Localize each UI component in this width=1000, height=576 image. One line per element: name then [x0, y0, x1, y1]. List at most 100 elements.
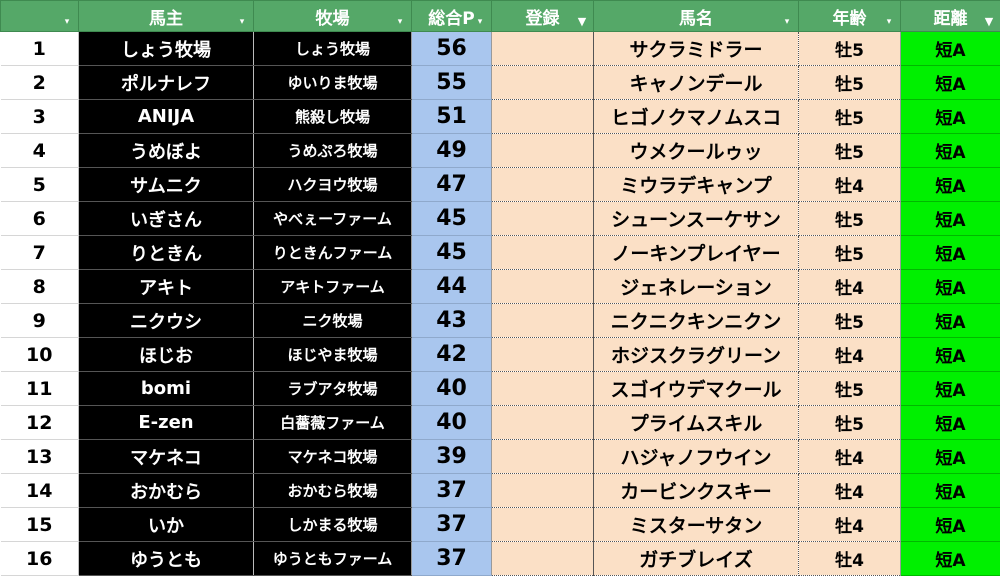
age-cell[interactable]: 牡4 — [799, 338, 901, 372]
age-cell[interactable]: 牡4 — [799, 474, 901, 508]
header-entry[interactable]: 登録▼ — [492, 1, 594, 32]
entry-cell[interactable] — [492, 304, 594, 338]
distance-cell[interactable]: 短A — [901, 542, 1000, 576]
farm-cell[interactable]: ニク牧場 — [254, 304, 412, 338]
row-number-cell[interactable]: 14 — [1, 474, 79, 508]
age-cell[interactable]: 牡4 — [799, 168, 901, 202]
filter-dropdown-icon[interactable]: ▾ — [474, 17, 486, 27]
row-number-cell[interactable]: 16 — [1, 542, 79, 576]
distance-cell[interactable]: 短A — [901, 168, 1000, 202]
owner-cell[interactable]: りときん — [79, 236, 254, 270]
age-cell[interactable]: 牡4 — [799, 508, 901, 542]
age-cell[interactable]: 牡5 — [799, 100, 901, 134]
header-distance[interactable]: 距離▼ — [901, 1, 1000, 32]
age-cell[interactable]: 牡5 — [799, 134, 901, 168]
row-number-cell[interactable]: 4 — [1, 134, 79, 168]
row-number-cell[interactable]: 8 — [1, 270, 79, 304]
owner-cell[interactable]: ゆうとも — [79, 542, 254, 576]
row-number-cell[interactable]: 1 — [1, 32, 79, 66]
farm-cell[interactable]: ゆいりま牧場 — [254, 66, 412, 100]
points-cell[interactable]: 43 — [412, 304, 492, 338]
row-number-cell[interactable]: 6 — [1, 202, 79, 236]
entry-cell[interactable] — [492, 508, 594, 542]
farm-cell[interactable]: ラブアタ牧場 — [254, 372, 412, 406]
owner-cell[interactable]: サムニク — [79, 168, 254, 202]
points-cell[interactable]: 55 — [412, 66, 492, 100]
horse-name-cell[interactable]: ヒゴノクマノムスコ — [594, 100, 799, 134]
horse-name-cell[interactable]: ジェネレーション — [594, 270, 799, 304]
points-cell[interactable]: 37 — [412, 542, 492, 576]
entry-cell[interactable] — [492, 32, 594, 66]
points-cell[interactable]: 37 — [412, 474, 492, 508]
row-number-cell[interactable]: 13 — [1, 440, 79, 474]
farm-cell[interactable]: ハクヨウ牧場 — [254, 168, 412, 202]
entry-cell[interactable] — [492, 100, 594, 134]
points-cell[interactable]: 45 — [412, 202, 492, 236]
age-cell[interactable]: 牡5 — [799, 406, 901, 440]
owner-cell[interactable]: ポルナレフ — [79, 66, 254, 100]
distance-cell[interactable]: 短A — [901, 508, 1000, 542]
points-cell[interactable]: 56 — [412, 32, 492, 66]
points-cell[interactable]: 44 — [412, 270, 492, 304]
header-farm[interactable]: 牧場▾ — [254, 1, 412, 32]
farm-cell[interactable]: ゆうともファーム — [254, 542, 412, 576]
row-number-cell[interactable]: 10 — [1, 338, 79, 372]
horse-name-cell[interactable]: ホジスクラグリーン — [594, 338, 799, 372]
entry-cell[interactable] — [492, 406, 594, 440]
header-rank[interactable]: ▾ — [1, 1, 79, 32]
owner-cell[interactable]: ニクウシ — [79, 304, 254, 338]
age-cell[interactable]: 牡5 — [799, 304, 901, 338]
horse-name-cell[interactable]: ミウラデキャンプ — [594, 168, 799, 202]
distance-cell[interactable]: 短A — [901, 372, 1000, 406]
points-cell[interactable]: 45 — [412, 236, 492, 270]
header-points[interactable]: 総合P▾ — [412, 1, 492, 32]
farm-cell[interactable]: 熊殺し牧場 — [254, 100, 412, 134]
distance-cell[interactable]: 短A — [901, 338, 1000, 372]
entry-cell[interactable] — [492, 66, 594, 100]
age-cell[interactable]: 牡5 — [799, 372, 901, 406]
entry-cell[interactable] — [492, 474, 594, 508]
distance-cell[interactable]: 短A — [901, 236, 1000, 270]
entry-cell[interactable] — [492, 236, 594, 270]
header-age[interactable]: 年齢▾ — [799, 1, 901, 32]
entry-cell[interactable] — [492, 168, 594, 202]
row-number-cell[interactable]: 11 — [1, 372, 79, 406]
horse-name-cell[interactable]: スゴイウデマクール — [594, 372, 799, 406]
distance-cell[interactable]: 短A — [901, 304, 1000, 338]
distance-cell[interactable]: 短A — [901, 134, 1000, 168]
owner-cell[interactable]: bomi — [79, 372, 254, 406]
row-number-cell[interactable]: 9 — [1, 304, 79, 338]
owner-cell[interactable]: マケネコ — [79, 440, 254, 474]
points-cell[interactable]: 51 — [412, 100, 492, 134]
horse-name-cell[interactable]: ガチブレイズ — [594, 542, 799, 576]
farm-cell[interactable]: しょう牧場 — [254, 32, 412, 66]
owner-cell[interactable]: いか — [79, 508, 254, 542]
entry-cell[interactable] — [492, 202, 594, 236]
row-number-cell[interactable]: 7 — [1, 236, 79, 270]
distance-cell[interactable]: 短A — [901, 440, 1000, 474]
horse-name-cell[interactable]: ウメクールゥッ — [594, 134, 799, 168]
age-cell[interactable]: 牡5 — [799, 202, 901, 236]
points-cell[interactable]: 49 — [412, 134, 492, 168]
horse-name-cell[interactable]: ミスターサタン — [594, 508, 799, 542]
filter-active-icon[interactable]: ▼ — [983, 17, 995, 27]
horse-name-cell[interactable]: シューンスーケサン — [594, 202, 799, 236]
points-cell[interactable]: 47 — [412, 168, 492, 202]
owner-cell[interactable]: うめぼよ — [79, 134, 254, 168]
owner-cell[interactable]: いぎさん — [79, 202, 254, 236]
header-owner[interactable]: 馬主▾ — [79, 1, 254, 32]
header-horse[interactable]: 馬名▾ — [594, 1, 799, 32]
horse-name-cell[interactable]: ハジャノフウイン — [594, 440, 799, 474]
points-cell[interactable]: 40 — [412, 372, 492, 406]
points-cell[interactable]: 40 — [412, 406, 492, 440]
points-cell[interactable]: 42 — [412, 338, 492, 372]
owner-cell[interactable]: おかむら — [79, 474, 254, 508]
entry-cell[interactable] — [492, 134, 594, 168]
distance-cell[interactable]: 短A — [901, 474, 1000, 508]
farm-cell[interactable]: 白薔薇ファーム — [254, 406, 412, 440]
entry-cell[interactable] — [492, 542, 594, 576]
entry-cell[interactable] — [492, 440, 594, 474]
age-cell[interactable]: 牡5 — [799, 32, 901, 66]
entry-cell[interactable] — [492, 338, 594, 372]
age-cell[interactable]: 牡5 — [799, 66, 901, 100]
